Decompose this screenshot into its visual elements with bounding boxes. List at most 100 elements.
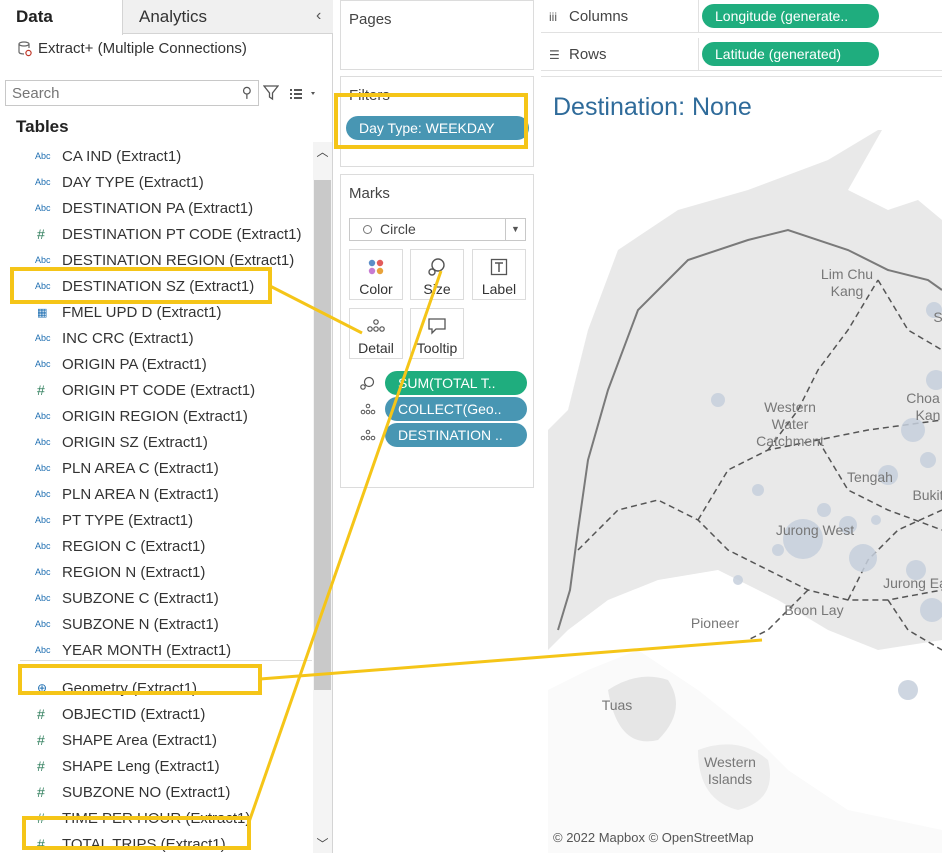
string-type-icon: Abc [35,463,51,473]
field-item[interactable]: # SHAPE Area (Extract1) [0,727,312,753]
place-jurong-east: Jurong Ea [883,575,942,591]
detail-button[interactable]: Detail [349,308,403,359]
encoding-pill-geometry[interactable]: COLLECT(Geo.. [385,397,527,421]
map[interactable]: Lim Chu Kang Western Water Catchment Ten… [548,130,942,853]
string-type-icon: Abc [35,645,51,655]
field-item[interactable]: Abc CA IND (Extract1) [0,143,312,169]
place-western-islands: Western [704,754,756,770]
filters-shelf[interactable]: Filters Day Type: WEEKDAY [340,76,534,167]
field-item[interactable]: Abc DAY TYPE (Extract1) [0,169,312,195]
string-type-icon: Abc [35,411,51,421]
number-type-icon: # [37,784,45,800]
field-item[interactable]: # TOTAL TRIPS (Extract1) [0,831,312,853]
string-type-icon: Abc [35,619,51,629]
field-name: CA IND (Extract1) [62,147,182,165]
field-name: REGION C (Extract1) [62,537,206,555]
field-item[interactable]: Abc REGION C (Extract1) [0,533,312,559]
pages-shelf[interactable]: Pages [340,0,534,70]
encoding-pill-total-trips[interactable]: SUM(TOTAL T.. [385,371,527,395]
place-western-water-catchment: Catchment [756,433,824,449]
scroll-down-icon[interactable]: ﹀ [313,835,332,853]
scroll-up-icon[interactable]: ︿ [313,142,332,162]
field-item[interactable]: Abc DESTINATION REGION (Extract1) [0,247,312,273]
field-item[interactable]: Abc ORIGIN PA (Extract1) [0,351,312,377]
encoding-row-destination[interactable]: DESTINATION .. [359,423,529,447]
field-item[interactable]: Abc ORIGIN REGION (Extract1) [0,403,312,429]
field-item[interactable]: Abc PLN AREA N (Extract1) [0,481,312,507]
rows-pill-latitude[interactable]: Latitude (generated) [702,42,879,66]
field-item[interactable]: ▦ FMEL UPD D (Extract1) [0,299,312,325]
field-item[interactable]: Abc INC CRC (Extract1) [0,325,312,351]
size-label: Size [423,281,451,297]
field-item[interactable]: ⊕ Geometry (Extract1) [0,675,312,701]
field-item[interactable]: Abc ORIGIN SZ (Extract1) [0,429,312,455]
field-item[interactable]: # TIME PER HOUR (Extract1) [0,805,312,831]
field-name: DESTINATION REGION (Extract1) [62,251,295,269]
field-item[interactable]: Abc PT TYPE (Extract1) [0,507,312,533]
view-options-icon[interactable] [289,84,319,102]
view-area: Destination: None Lim Chu Kang Western W… [541,76,942,853]
string-type-icon: Abc [35,151,51,161]
collapse-pane-button[interactable]: ‹ [316,0,321,34]
color-button[interactable]: Color [349,249,403,300]
place-boon-lay: Boon Lay [784,602,843,618]
pages-title: Pages [349,11,392,28]
mark-type-dropdown[interactable]: Circle ▼ [349,218,526,241]
data-source[interactable]: Extract+ (Multiple Connections) [18,40,247,57]
search-box[interactable]: ⚲ [5,80,259,106]
circle-mark-icon [363,225,372,234]
field-name: PLN AREA C (Extract1) [62,459,219,477]
columns-shelf[interactable]: iii Columns Longitude (generate.. [541,0,942,33]
field-item[interactable]: Abc REGION N (Extract1) [0,559,312,585]
size-button[interactable]: Size [410,249,464,300]
place-tuas: Tuas [602,697,633,713]
field-name: SHAPE Area (Extract1) [62,731,218,749]
label-button[interactable]: Label [472,249,526,300]
search-input[interactable] [6,81,226,105]
field-list-scrollbar[interactable]: ︿ ﹀ [313,142,332,853]
encoding-row-size[interactable]: SUM(TOTAL T.. [359,371,529,395]
scroll-thumb[interactable] [314,180,331,690]
field-name: DESTINATION PT CODE (Extract1) [62,225,302,243]
number-type-icon: # [37,810,45,826]
rows-label: ☰ Rows [541,38,699,71]
tooltip-icon [411,316,463,336]
data-pane: Data Analytics ‹ Extract+ (Multiple Conn… [0,0,333,853]
field-item[interactable]: Abc SUBZONE C (Extract1) [0,585,312,611]
columns-pill-longitude[interactable]: Longitude (generate.. [702,4,879,28]
place-pioneer: Pioneer [691,615,740,631]
place-tengah: Tengah [847,469,893,485]
tooltip-button[interactable]: Tooltip [410,308,464,359]
field-item[interactable]: # ORIGIN PT CODE (Extract1) [0,377,312,403]
field-name: SHAPE Leng (Extract1) [62,757,220,775]
encoding-row-geometry[interactable]: COLLECT(Geo.. [359,397,529,421]
string-type-icon: Abc [35,489,51,499]
field-item[interactable]: Abc PLN AREA C (Extract1) [0,455,312,481]
number-type-icon: # [37,382,45,398]
encoding-pill-destination[interactable]: DESTINATION .. [385,423,527,447]
tab-data[interactable]: Data [0,0,123,35]
field-item[interactable]: # DESTINATION PT CODE (Extract1) [0,221,312,247]
field-item[interactable]: # OBJECTID (Extract1) [0,701,312,727]
field-item[interactable]: # SHAPE Leng (Extract1) [0,753,312,779]
rows-shelf[interactable]: ☰ Rows Latitude (generated) [541,38,942,71]
field-item[interactable]: # SUBZONE NO (Extract1) [0,779,312,805]
filter-pill-day-type[interactable]: Day Type: WEEKDAY [346,116,529,140]
filter-icon[interactable] [263,84,279,102]
columns-label: iii Columns [541,0,699,33]
chevron-down-icon[interactable]: ▼ [505,219,525,240]
tab-analytics[interactable]: Analytics [139,0,207,34]
string-type-icon: Abc [35,333,51,343]
field-item[interactable]: Abc SUBZONE N (Extract1) [0,611,312,637]
search-icon[interactable]: ⚲ [242,84,252,101]
string-type-icon: Abc [35,255,51,265]
map-attribution: © 2022 Mapbox © OpenStreetMap [553,830,754,845]
field-name: SUBZONE N (Extract1) [62,615,219,633]
field-item[interactable]: Abc DESTINATION PA (Extract1) [0,195,312,221]
size-icon [360,376,375,390]
field-item[interactable]: Abc DESTINATION SZ (Extract1) [0,273,312,299]
place-jurong-west: Jurong West [776,522,854,538]
divider [20,660,312,661]
tooltip-label: Tooltip [416,340,458,356]
place-lim-chu-kang: Kang [831,283,864,299]
